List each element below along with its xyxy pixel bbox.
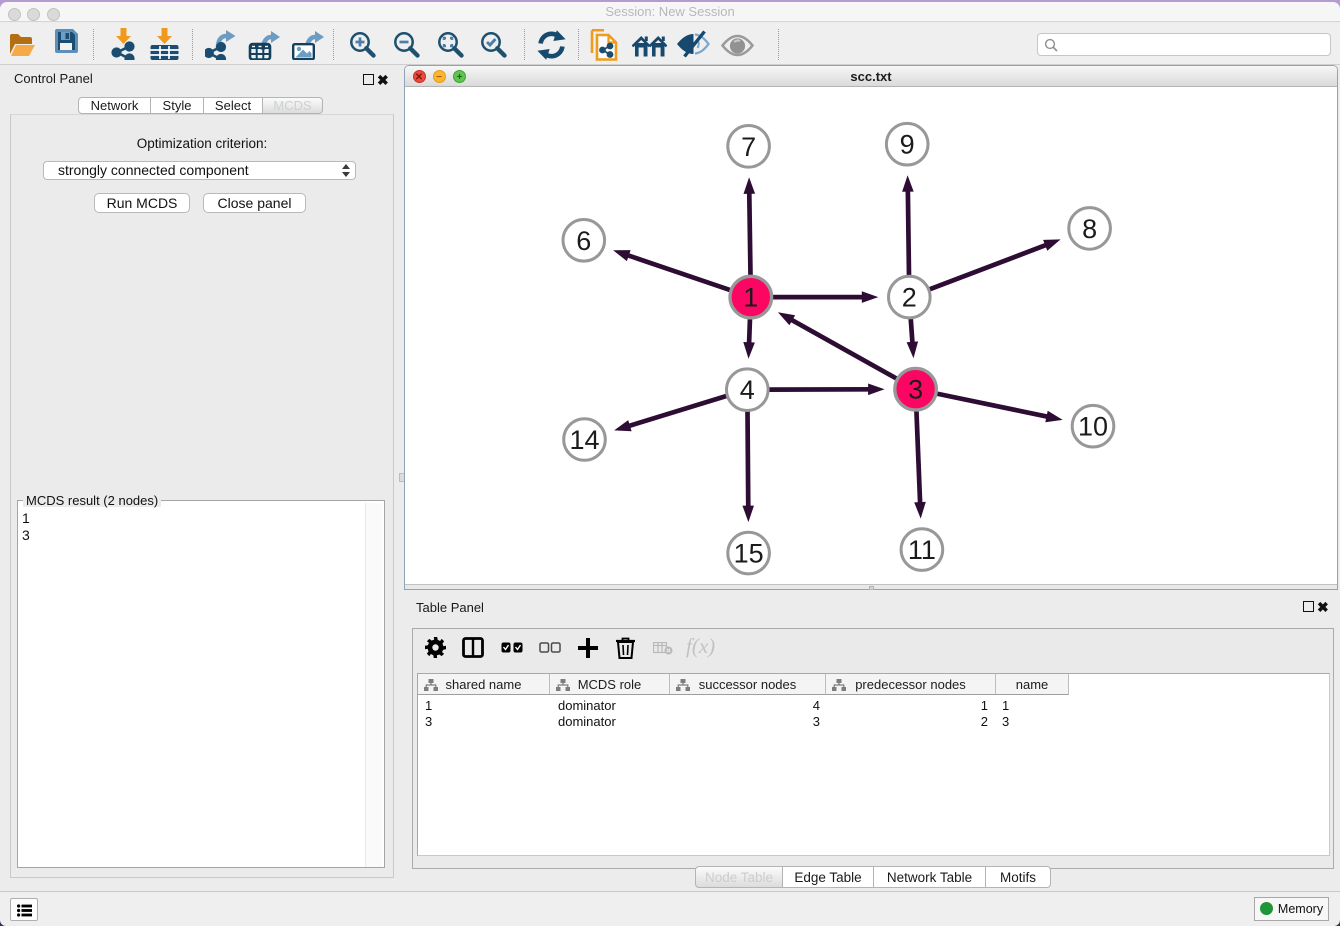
svg-text:2: 2 [902, 283, 917, 313]
svg-text:14: 14 [569, 425, 599, 455]
svg-text:8: 8 [1082, 214, 1097, 244]
svg-text:4: 4 [740, 375, 755, 405]
svg-text:10: 10 [1078, 412, 1108, 442]
svg-text:15: 15 [734, 539, 764, 569]
svg-text:1: 1 [743, 283, 758, 313]
svg-text:3: 3 [908, 375, 923, 405]
svg-text:7: 7 [741, 132, 756, 162]
svg-text:9: 9 [900, 130, 915, 160]
svg-text:6: 6 [576, 226, 591, 256]
svg-text:11: 11 [908, 535, 936, 565]
